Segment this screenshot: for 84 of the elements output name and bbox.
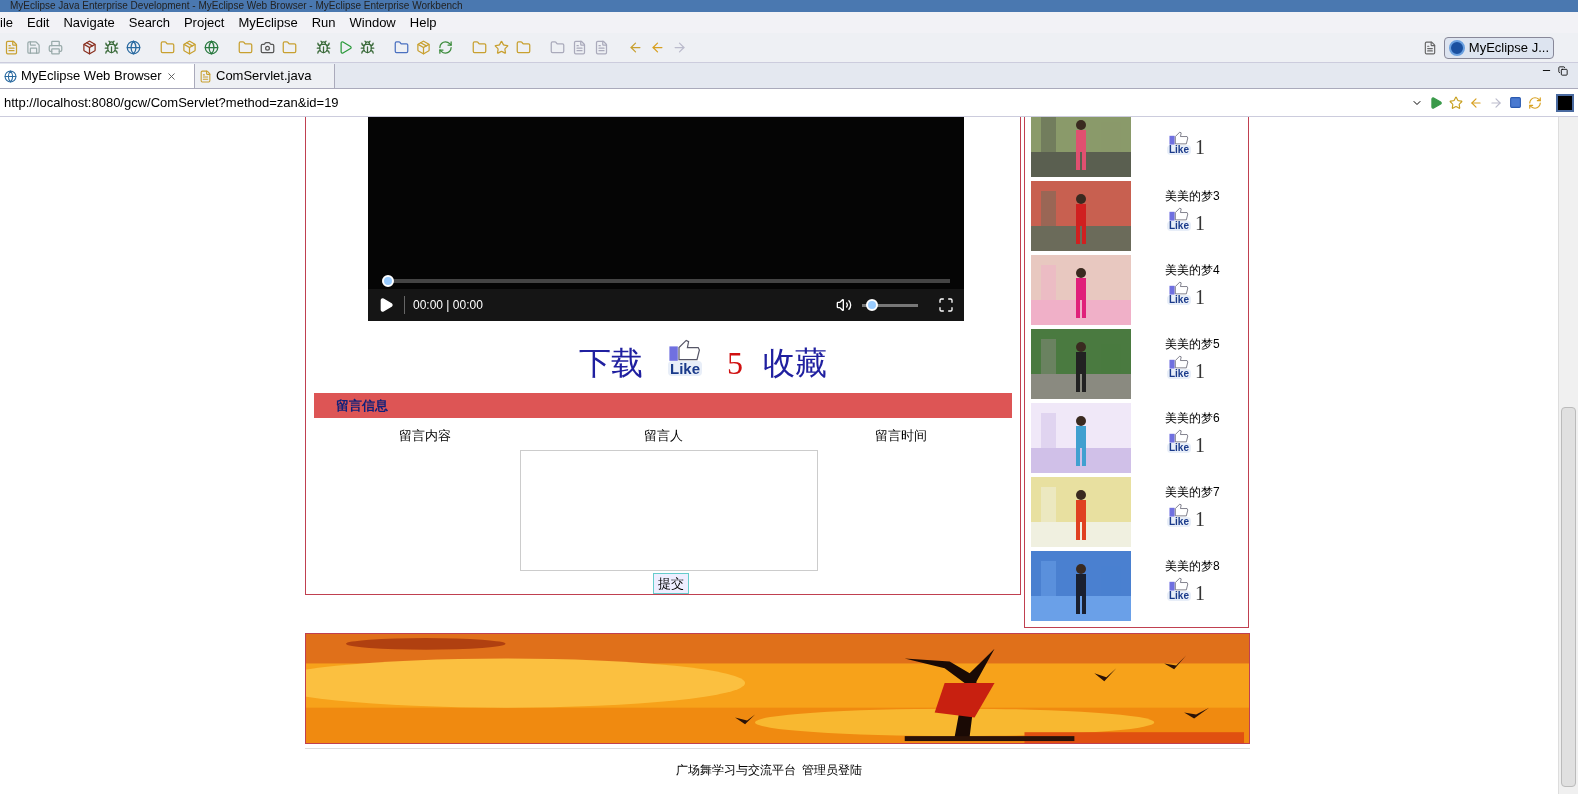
menu-item[interactable]: Help: [403, 12, 443, 33]
refresh-icon[interactable]: [438, 40, 453, 55]
print-icon[interactable]: [48, 40, 63, 55]
video-player[interactable]: 00:00 | 00:00: [368, 117, 964, 322]
like-count: 5: [727, 346, 743, 379]
bug-icon[interactable]: [104, 40, 119, 55]
save-icon[interactable]: [26, 40, 41, 55]
folder-icon[interactable]: [516, 40, 531, 55]
editor-tab[interactable]: ComServlet.java: [195, 64, 335, 88]
run-icon[interactable]: [338, 40, 353, 55]
menu-item[interactable]: Run: [305, 12, 342, 33]
column-header: 留言人: [642, 427, 684, 446]
folder-icon[interactable]: [550, 40, 565, 55]
like-count: 1: [1195, 287, 1205, 307]
stop-icon[interactable]: [1509, 96, 1522, 109]
forward-icon[interactable]: [672, 40, 687, 55]
download-link[interactable]: 下载: [579, 346, 643, 379]
tab-label: ComServlet.java: [216, 67, 312, 86]
like-count: 1: [1195, 213, 1205, 233]
video-title[interactable]: 美美的梦6: [1165, 409, 1220, 427]
video-title[interactable]: 美美的梦4: [1165, 261, 1220, 279]
refresh-icon[interactable]: [1528, 95, 1542, 110]
close-icon[interactable]: [165, 70, 177, 82]
folder-icon[interactable]: [238, 40, 253, 55]
go-icon[interactable]: [1429, 95, 1443, 110]
scroll-thumb[interactable]: [1561, 407, 1576, 787]
box-icon[interactable]: [82, 40, 97, 55]
document-icon[interactable]: [594, 40, 609, 55]
menu-item[interactable]: ile: [0, 12, 19, 33]
camera-icon[interactable]: [260, 40, 275, 55]
bug-icon[interactable]: [360, 40, 375, 55]
globe-icon: [4, 69, 17, 83]
like-count: 1: [1195, 509, 1205, 529]
video-title[interactable]: 美美的梦8: [1165, 557, 1220, 575]
menu-item[interactable]: Navigate: [57, 12, 121, 33]
video-title[interactable]: 美美的梦5: [1165, 335, 1220, 353]
menu-item[interactable]: MyEclipse: [232, 12, 304, 33]
forward-icon[interactable]: [1489, 95, 1503, 110]
video-title[interactable]: 美美的梦7: [1165, 483, 1220, 501]
like-count: 1: [1195, 435, 1205, 455]
back-icon[interactable]: [628, 40, 643, 55]
logo-icon: [1448, 39, 1465, 56]
perspective-button[interactable]: MyEclipse J...: [1443, 36, 1554, 59]
back-icon[interactable]: [650, 40, 665, 55]
time-display: 00:00 | 00:00: [404, 296, 483, 315]
volume-slider[interactable]: [862, 299, 918, 312]
volume-thumb[interactable]: [866, 299, 879, 312]
menu-item[interactable]: Project: [177, 12, 231, 33]
menu-item[interactable]: Search: [122, 12, 176, 33]
globe-icon[interactable]: [126, 40, 141, 55]
back-icon[interactable]: [1469, 95, 1483, 110]
folder-icon[interactable]: [394, 40, 409, 55]
menu-item[interactable]: Edit: [21, 12, 56, 33]
site-name: 广场舞学习与交流平台: [676, 762, 796, 779]
column-header: 留言时间: [874, 427, 928, 446]
comment-field[interactable]: [520, 449, 818, 571]
new-file-icon[interactable]: [4, 40, 19, 55]
section-title: 留言信息: [336, 396, 388, 415]
tab-label: MyEclipse Web Browser: [21, 67, 162, 86]
volume-icon[interactable]: [836, 297, 852, 314]
editor-tab[interactable]: MyEclipse Web Browser: [0, 64, 195, 88]
like-count: 1: [1195, 137, 1205, 157]
admin-login-link[interactable]: 管理员登陆: [802, 761, 862, 779]
like-count: 1: [1195, 583, 1205, 603]
seek-thumb[interactable]: [382, 275, 394, 288]
folder-icon[interactable]: [282, 40, 297, 55]
document-icon[interactable]: [572, 40, 587, 55]
play-icon[interactable]: [378, 297, 394, 314]
menu-item[interactable]: Window: [343, 12, 402, 33]
star-icon[interactable]: [494, 40, 509, 55]
column-header: 留言内容: [398, 427, 452, 446]
folder-icon[interactable]: [472, 40, 487, 55]
like-count: 1: [1195, 361, 1205, 381]
fullscreen-icon[interactable]: [938, 297, 954, 314]
submit-button[interactable]: 提交: [653, 572, 689, 594]
window-title: MyEclipse Java Enterprise Development - MyEclipse Web Browser - MyEclipse Enterprise Workbench: [10, 0, 463, 12]
globe-icon[interactable]: [204, 40, 219, 55]
scrollbar[interactable]: [1558, 117, 1578, 794]
video-title[interactable]: 美美的梦3: [1165, 187, 1220, 205]
favorite-link[interactable]: 收藏: [763, 346, 827, 379]
address-field[interactable]: http://localhost:8080/gcw/ComServlet?method=zan&id=19: [0, 91, 1423, 114]
favorite-icon[interactable]: [1449, 95, 1463, 110]
folder-icon[interactable]: [160, 40, 175, 55]
maximize-icon[interactable]: [1558, 66, 1568, 76]
